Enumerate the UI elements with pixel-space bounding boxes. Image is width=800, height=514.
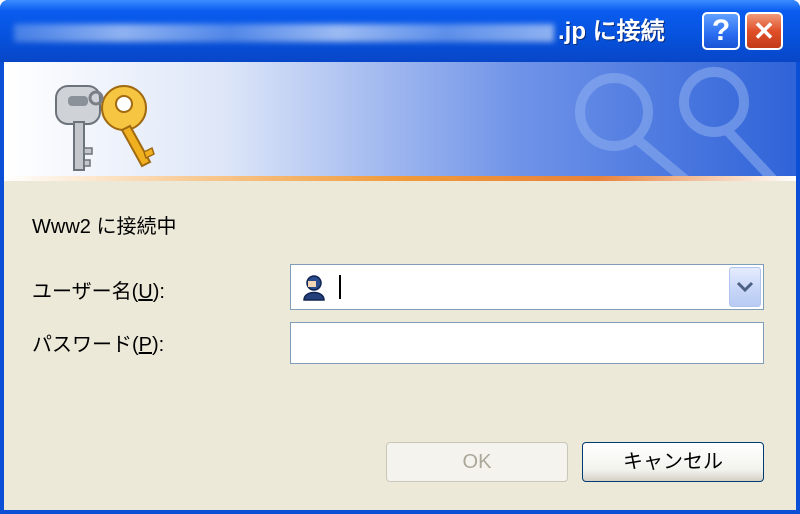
window-title-text: .jp に接続	[558, 18, 665, 45]
window-title: .jp に接続	[14, 12, 665, 52]
user-icon	[303, 275, 325, 301]
redacted-host	[14, 23, 554, 42]
help-button[interactable]: ?	[702, 12, 740, 50]
chevron-down-icon	[736, 281, 754, 293]
text-cursor	[339, 275, 341, 299]
cancel-button[interactable]: キャンセル	[582, 442, 764, 482]
username-combobox[interactable]	[290, 264, 764, 310]
username-dropdown-button[interactable]	[729, 267, 761, 307]
close-button[interactable]: ✕	[745, 12, 783, 50]
help-icon: ?	[711, 14, 731, 47]
password-field[interactable]	[290, 322, 764, 364]
header-banner	[4, 62, 796, 176]
ok-button[interactable]: OK	[386, 442, 568, 482]
connecting-message: Www2 に接続中	[32, 216, 177, 238]
background-keys-icon	[575, 67, 777, 176]
login-dialog-window: .jp に接続 ? ✕ Www2 に接続中 ユーザー名(U): パスワード(P)…	[0, 0, 800, 514]
close-icon: ✕	[753, 16, 775, 46]
banner-divider	[4, 176, 796, 181]
password-label: パスワード(P):	[32, 334, 165, 356]
keys-icon	[55, 85, 155, 171]
title-bar[interactable]: .jp に接続 ? ✕	[0, 0, 800, 62]
dialog-body: Www2 に接続中 ユーザー名(U): パスワード(P): OK キャンセル	[4, 62, 796, 510]
username-label: ユーザー名(U):	[32, 281, 165, 303]
